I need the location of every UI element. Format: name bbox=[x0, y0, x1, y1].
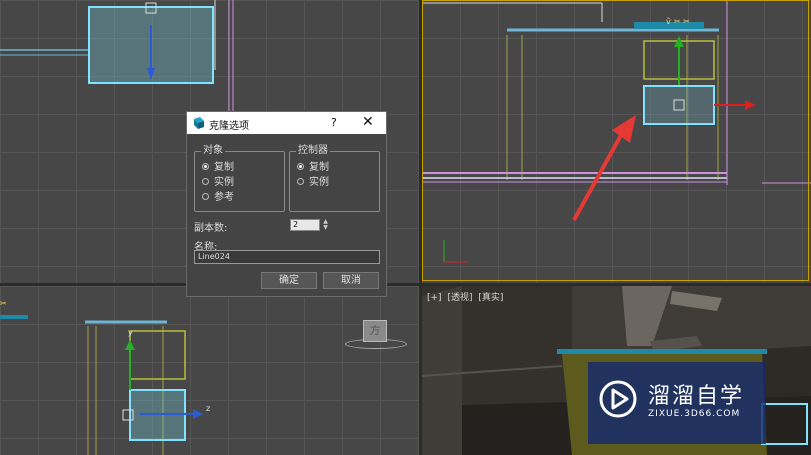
viewcube[interactable]: 方 bbox=[363, 320, 387, 342]
svg-text:✂: ✂ bbox=[0, 299, 7, 308]
object-instance-radio[interactable]: 实例 bbox=[202, 177, 234, 189]
spinner-arrows-icon[interactable]: ▲ ▼ bbox=[322, 219, 329, 231]
copies-spinner[interactable]: 2 ▲ ▼ bbox=[290, 219, 328, 231]
controller-copy-radio[interactable]: 复制 bbox=[297, 162, 329, 174]
copies-input[interactable]: 2 bbox=[290, 219, 320, 231]
dialog-title: 克隆选项 bbox=[209, 121, 249, 132]
close-button[interactable]: ✕ bbox=[362, 114, 374, 130]
object-reference-radio[interactable]: 参考 bbox=[202, 192, 234, 204]
name-input[interactable]: Line024 bbox=[194, 250, 380, 264]
radio-icon bbox=[202, 192, 209, 200]
object-reference-label: 参考 bbox=[214, 192, 234, 203]
viewcube-face-label: 方 bbox=[369, 324, 381, 337]
watermark: 溜溜自学 ZIXUE.3D66.COM bbox=[588, 362, 766, 444]
radio-icon bbox=[202, 177, 209, 185]
y-axis-label: y bbox=[128, 328, 133, 337]
viewport-view-menu[interactable]: [透视] bbox=[447, 293, 472, 303]
clone-options-dialog: 克隆选项 ? ✕ 对象 复制 实例 参考 控制器 复制 实例 副本数: 2 ▲ ▼… bbox=[186, 111, 387, 297]
dialog-titlebar[interactable]: 克隆选项 ? ✕ bbox=[187, 112, 386, 134]
front-view-scene: ѷ ✂ ✂ bbox=[422, 0, 811, 263]
viewport-front[interactable]: ѷ ✂ ✂ bbox=[422, 0, 811, 283]
viewport-plus-menu[interactable]: [+] bbox=[427, 293, 442, 303]
z-axis-label: z bbox=[206, 404, 211, 413]
controller-group: 控制器 复制 实例 bbox=[289, 145, 380, 212]
radio-icon bbox=[297, 177, 304, 185]
viewport-label[interactable]: [+] [透视] [真实] bbox=[427, 290, 506, 303]
ok-button[interactable]: 确定 bbox=[261, 272, 317, 289]
cancel-button[interactable]: 取消 bbox=[323, 272, 379, 289]
object-group: 对象 复制 实例 参考 bbox=[194, 145, 285, 212]
controller-instance-radio[interactable]: 实例 bbox=[297, 177, 329, 189]
object-instance-label: 实例 bbox=[214, 177, 234, 188]
radio-selected-icon bbox=[297, 162, 304, 170]
object-group-title: 对象 bbox=[201, 145, 225, 157]
play-logo-icon bbox=[599, 380, 637, 418]
watermark-url: ZIXUE.3D66.COM bbox=[648, 409, 741, 419]
controller-group-title: 控制器 bbox=[296, 145, 330, 157]
app-logo-icon bbox=[194, 117, 204, 129]
object-copy-label: 复制 bbox=[214, 162, 234, 173]
viewport-separator-vertical[interactable] bbox=[419, 0, 422, 455]
watermark-name: 溜溜自学 bbox=[648, 384, 745, 409]
controller-copy-label: 复制 bbox=[309, 162, 329, 173]
left-view-scene: ✂ bbox=[0, 299, 203, 455]
viewport-left[interactable]: ✂ y z bbox=[0, 286, 419, 455]
viewport-shading-menu[interactable]: [真实] bbox=[478, 293, 503, 303]
help-button[interactable]: ? bbox=[331, 116, 337, 129]
svg-text:ѷ ✂ ✂: ѷ ✂ ✂ bbox=[666, 17, 690, 26]
copies-label: 副本数: bbox=[194, 223, 228, 234]
viewport-separator-horizontal[interactable] bbox=[0, 283, 811, 286]
object-copy-radio[interactable]: 复制 bbox=[202, 162, 234, 174]
radio-selected-icon bbox=[202, 162, 209, 170]
controller-instance-label: 实例 bbox=[309, 177, 329, 188]
